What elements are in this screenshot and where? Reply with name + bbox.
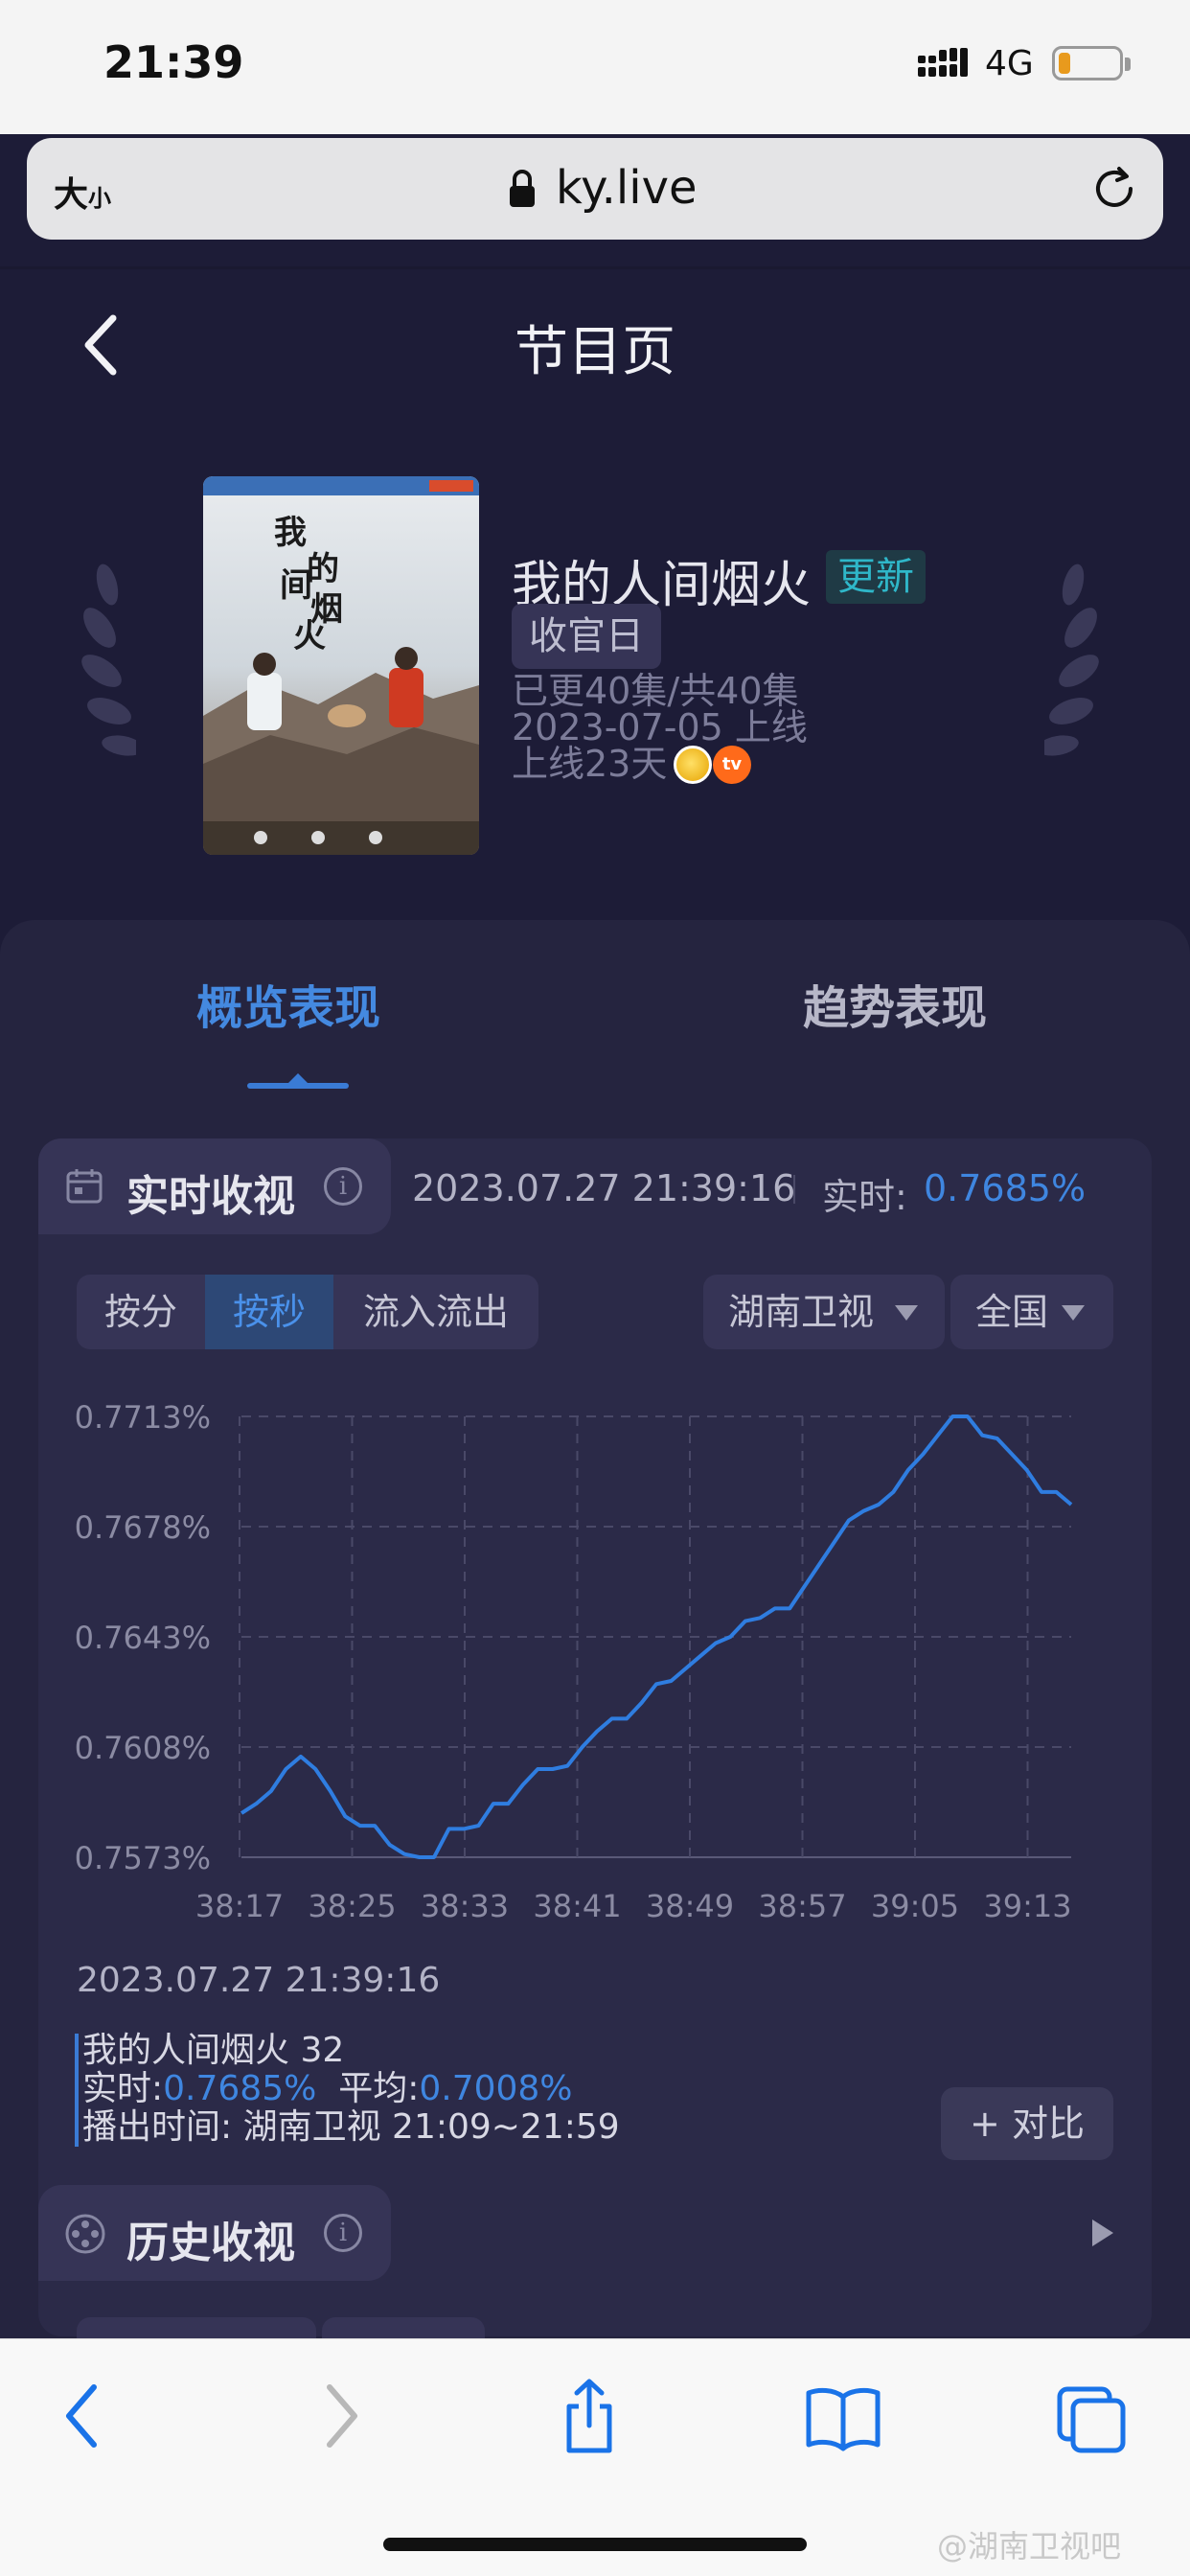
y-tick-label: 0.7713% [75,1399,211,1436]
realtime-section-header: 实时收视 i [38,1138,391,1234]
channel-dropdown-label: 湖南卫视 [728,1291,875,1333]
watermark: @湖南卫视吧 [937,2528,1122,2564]
realtime-rating-chart[interactable]: 0.7713% 0.7678% 0.7643% 0.7608% 0.7573% 38:17… [57,1380,1102,1926]
launch-date: 2023-07-05 上线 [512,706,808,748]
history-section-header[interactable]: 历史收视 i [38,2185,391,2281]
segment-inflow-outflow[interactable]: 流入流出 [333,1275,538,1349]
x-tick-label: 38:41 [533,1888,621,1924]
realtime-separator [793,1175,795,1204]
detail-avg-value: 0.7008% [419,2069,573,2108]
x-tick-label: 38:25 [308,1888,396,1924]
info-icon[interactable]: i [324,2214,362,2252]
tab-trend[interactable]: 趋势表现 [803,970,987,1037]
detail-accent-bar [75,2034,79,2147]
x-tick-label: 38:17 [195,1888,284,1924]
x-tick-label: 39:05 [871,1888,959,1924]
mango-tv-logo-icon: tv [713,746,751,784]
network-type: 4G [985,44,1034,83]
detail-avg-label: 平均: [338,2069,420,2108]
finale-tag: 收官日 [512,604,661,669]
detail-airtime-value: 湖南卫视 21:09~21:59 [242,2107,620,2147]
y-tick-label: 0.7678% [75,1509,211,1546]
chevron-down-icon [895,1305,918,1321]
status-time: 21:39 [103,36,244,88]
history-section-title: 历史收视 [126,2219,295,2267]
forward-arrow-icon[interactable] [305,2378,372,2454]
realtime-section-title: 实时收视 [126,1172,295,1221]
poster-image: 我 的 间 烟 火 [203,476,479,855]
region-dropdown[interactable]: 全国 [950,1275,1113,1349]
detail-timestamp: 2023.07.27 21:39:16 [77,1961,441,2000]
film-reel-icon [65,2214,105,2254]
detail-airtime-line: 播出时间: 湖南卫视 21:09~21:59 [82,2108,620,2147]
tab-indicator [247,1083,349,1089]
x-tick-label: 38:57 [758,1888,846,1924]
url-text[interactable]: ky.live [556,161,698,215]
detail-program-line: 我的人间烟火 32 [82,2031,345,2070]
realtime-label: 实时: [822,1176,907,1218]
x-tick-label: 38:49 [646,1888,734,1924]
detail-rating-line: 实时:0.7685% 平均:0.7008% [82,2070,573,2108]
bookmarks-icon[interactable] [805,2378,881,2454]
tab-overview[interactable]: 概览表现 [196,970,380,1037]
y-tick-label: 0.7573% [75,1840,211,1876]
page-top-divider [0,266,1190,269]
x-tick-label: 38:33 [421,1888,509,1924]
back-arrow-icon[interactable] [52,2378,119,2454]
realtime-value: 0.7685% [924,1167,1087,1209]
tab-indicator-caret [288,1073,308,1083]
signal-icon [918,48,968,77]
segment-by-minute[interactable]: 按分 [77,1275,205,1349]
hunan-tv-logo-icon [674,746,712,784]
program-poster[interactable]: 我 的 间 烟 火 [203,476,479,855]
poster-title-char-1: 我 [274,514,307,552]
status-bar: 21:39 4G [0,0,1190,134]
chevron-down-icon [1062,1305,1085,1321]
laurel-right-icon [1044,564,1099,756]
page-title: 节目页 [515,321,675,383]
episode-count: 已更40集/共40集 [512,670,799,712]
info-icon[interactable]: i [324,1167,362,1206]
region-dropdown-label: 全国 [975,1291,1049,1333]
detail-realtime-label: 实时: [82,2069,164,2108]
segment-by-second[interactable]: 按秒 [205,1275,333,1349]
y-tick-label: 0.7643% [75,1620,211,1656]
update-badge: 更新 [826,550,926,604]
tabs-icon[interactable] [1056,2378,1129,2454]
battery-icon [1052,46,1123,80]
detail-airtime-label: 播出时间: [82,2107,233,2147]
compare-button[interactable]: + 对比 [941,2087,1113,2160]
granularity-segmented-control: 按分 按秒 流入流出 [77,1275,538,1349]
address-bar[interactable]: 大小 ky.live [27,138,1163,240]
channel-dropdown[interactable]: 湖南卫视 [703,1275,945,1349]
home-indicator [383,2538,807,2551]
x-tick-label: 39:13 [983,1888,1071,1924]
lock-icon [510,170,535,207]
laurel-left-icon [81,564,136,756]
detail-realtime-value: 0.7685% [163,2069,317,2108]
realtime-timestamp: 2023.07.27 21:39:16 [412,1167,796,1209]
reload-icon[interactable] [1088,163,1140,215]
poster-title-char-5: 火 [293,617,326,656]
y-tick-label: 0.7608% [75,1730,211,1766]
text-size-button[interactable]: 大小 [54,167,111,217]
expand-arrow-icon[interactable] [1092,2220,1113,2246]
share-icon[interactable] [556,2378,623,2454]
online-days: 上线23天 [512,743,668,785]
calendar-icon [66,1169,103,1204]
battery-tip [1125,58,1131,71]
poster-title-char-3: 间 [280,566,312,605]
